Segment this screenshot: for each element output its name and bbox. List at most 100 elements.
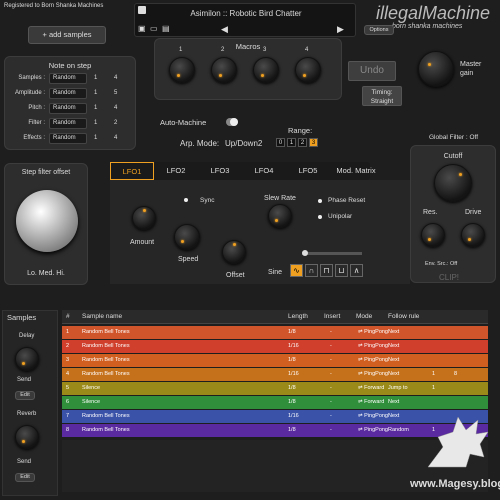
nos-row-min[interactable]: 1 bbox=[94, 105, 97, 111]
tab-lfo[interactable]: LFO4 bbox=[242, 162, 286, 180]
row-mode[interactable]: ⇌ Forward bbox=[358, 396, 384, 409]
table-row[interactable]: 3 Random Bell Tones 1/8 - ⇌ PingPong Next bbox=[62, 354, 488, 367]
speed-knob[interactable] bbox=[174, 224, 200, 250]
table-row[interactable]: 2 Random Bell Tones 1/16 - ⇌ PingPong Next bbox=[62, 340, 488, 353]
macro-knob[interactable] bbox=[169, 57, 195, 83]
row-mode[interactable]: ⇌ PingPong bbox=[358, 354, 388, 367]
tab-lfo[interactable]: LFO3 bbox=[198, 162, 242, 180]
row-insert[interactable]: - bbox=[330, 396, 332, 409]
nos-row-max[interactable]: 4 bbox=[114, 135, 117, 141]
range-option[interactable]: 1 bbox=[287, 138, 296, 147]
row-follow-rule[interactable]: Random bbox=[388, 424, 409, 437]
offset-knob[interactable] bbox=[222, 240, 246, 264]
amount-knob[interactable] bbox=[132, 206, 156, 230]
options-button[interactable]: Options bbox=[364, 25, 394, 35]
cutoff-knob[interactable] bbox=[434, 164, 472, 202]
reverb-edit-button[interactable]: Edit bbox=[15, 473, 35, 482]
lfo-shape-slider[interactable] bbox=[302, 250, 362, 256]
macro-knob[interactable] bbox=[211, 57, 237, 83]
unipolar-led[interactable] bbox=[318, 215, 322, 219]
row-follow-rule[interactable]: Next bbox=[388, 326, 399, 339]
waveform-button[interactable]: ∿ bbox=[290, 264, 303, 277]
macro-knob[interactable] bbox=[253, 57, 279, 83]
row-follow-rule[interactable]: Next bbox=[388, 410, 399, 423]
row-mode[interactable]: ⇌ PingPong bbox=[358, 326, 388, 339]
prev-preset-icon[interactable]: ◀ bbox=[221, 24, 228, 35]
phase-reset-led[interactable] bbox=[318, 199, 322, 203]
nos-row-max[interactable]: 4 bbox=[114, 75, 117, 81]
row-length[interactable]: 1/8 bbox=[288, 424, 296, 437]
nos-row-min[interactable]: 1 bbox=[94, 135, 97, 141]
row-mode[interactable]: ⇌ PingPong bbox=[358, 368, 388, 381]
env-src-label[interactable]: Env. Src.: Off bbox=[425, 261, 457, 267]
row-insert[interactable]: - bbox=[330, 354, 332, 367]
row-follow-rule[interactable]: Next bbox=[388, 340, 399, 353]
nos-row-min[interactable]: 1 bbox=[94, 120, 97, 126]
row-follow-a[interactable]: 1 bbox=[432, 368, 435, 381]
timing-box[interactable]: Timing: Straight bbox=[362, 86, 402, 106]
global-filter-label[interactable]: Global Filter : Off bbox=[429, 134, 479, 142]
range-option[interactable]: 2 bbox=[298, 138, 307, 147]
row-mode[interactable]: ⇌ Forward bbox=[358, 382, 384, 395]
tab-lfo[interactable]: Mod. Matrix bbox=[330, 162, 382, 180]
row-length[interactable]: 1/16 bbox=[288, 368, 299, 381]
drive-knob[interactable] bbox=[461, 223, 485, 247]
add-samples-button[interactable]: + add samples bbox=[28, 26, 106, 44]
nos-row-max[interactable]: 2 bbox=[114, 120, 117, 126]
nos-row-max[interactable]: 4 bbox=[114, 105, 117, 111]
row-mode[interactable]: ⇌ PingPong bbox=[358, 424, 388, 437]
table-row[interactable]: 5 Silence 1/8 - ⇌ Forward Jump to 1 bbox=[62, 382, 488, 395]
reverb-knob[interactable] bbox=[15, 425, 39, 449]
macro-knob[interactable] bbox=[295, 57, 321, 83]
table-row[interactable]: 6 Silence 1/8 - ⇌ Forward Next bbox=[62, 396, 488, 409]
nos-row-min[interactable]: 1 bbox=[94, 75, 97, 81]
row-length[interactable]: 1/8 bbox=[288, 354, 296, 367]
slew-rate-knob[interactable] bbox=[268, 204, 292, 228]
row-length[interactable]: 1/8 bbox=[288, 326, 296, 339]
nos-row-select[interactable]: Random bbox=[49, 103, 87, 114]
row-mode[interactable]: ⇌ PingPong bbox=[358, 340, 388, 353]
auto-machine-toggle[interactable] bbox=[226, 118, 238, 126]
row-insert[interactable]: - bbox=[330, 382, 332, 395]
waveform-button[interactable]: ∧ bbox=[350, 264, 363, 277]
row-length[interactable]: 1/16 bbox=[288, 410, 299, 423]
range-option[interactable]: 3 bbox=[309, 138, 318, 147]
row-insert[interactable]: - bbox=[330, 368, 332, 381]
waveform-button[interactable]: ⊔ bbox=[335, 264, 348, 277]
delay-knob[interactable] bbox=[15, 347, 39, 371]
step-filter-knob[interactable] bbox=[16, 190, 78, 252]
row-length[interactable]: 1/8 bbox=[288, 382, 296, 395]
save-icon[interactable]: ▣ bbox=[138, 24, 146, 33]
range-option[interactable]: 0 bbox=[276, 138, 285, 147]
table-row[interactable]: 1 Random Bell Tones 1/8 - ⇌ PingPong Next bbox=[62, 326, 488, 339]
table-row[interactable]: 4 Random Bell Tones 1/16 - ⇌ PingPong Next 1 8 bbox=[62, 368, 488, 381]
samples-section-title[interactable]: Samples bbox=[7, 313, 36, 322]
row-follow-a[interactable]: 1 bbox=[432, 382, 435, 395]
undo-button[interactable]: Undo bbox=[348, 61, 396, 81]
tab-lfo[interactable]: LFO1 bbox=[110, 162, 154, 180]
nos-row-min[interactable]: 1 bbox=[94, 90, 97, 96]
row-length[interactable]: 1/8 bbox=[288, 396, 296, 409]
row-follow-b[interactable]: 8 bbox=[454, 368, 457, 381]
tab-lfo[interactable]: LFO5 bbox=[286, 162, 330, 180]
sync-led[interactable] bbox=[184, 198, 188, 202]
res-knob[interactable] bbox=[421, 223, 445, 247]
row-follow-rule[interactable]: Next bbox=[388, 396, 399, 409]
folder-icon[interactable]: ▭ bbox=[150, 24, 158, 33]
delay-edit-button[interactable]: Edit bbox=[15, 391, 35, 400]
nos-row-select[interactable]: Random bbox=[49, 73, 87, 84]
row-length[interactable]: 1/16 bbox=[288, 340, 299, 353]
row-mode[interactable]: ⇌ PingPong bbox=[358, 410, 388, 423]
copy-icon[interactable]: ▤ bbox=[162, 24, 170, 33]
row-follow-rule[interactable]: Jump to bbox=[388, 382, 408, 395]
row-insert[interactable]: - bbox=[330, 340, 332, 353]
row-follow-rule[interactable]: Next bbox=[388, 354, 399, 367]
waveform-button[interactable]: ⊓ bbox=[320, 264, 333, 277]
waveform-button[interactable]: ∩ bbox=[305, 264, 318, 277]
arp-mode-value[interactable]: Up/Down2 bbox=[225, 139, 262, 148]
row-insert[interactable]: - bbox=[330, 424, 332, 437]
row-insert[interactable]: - bbox=[330, 326, 332, 339]
nos-row-max[interactable]: 5 bbox=[114, 90, 117, 96]
nos-row-select[interactable]: Random bbox=[49, 118, 87, 129]
nos-row-select[interactable]: Random bbox=[49, 133, 87, 144]
